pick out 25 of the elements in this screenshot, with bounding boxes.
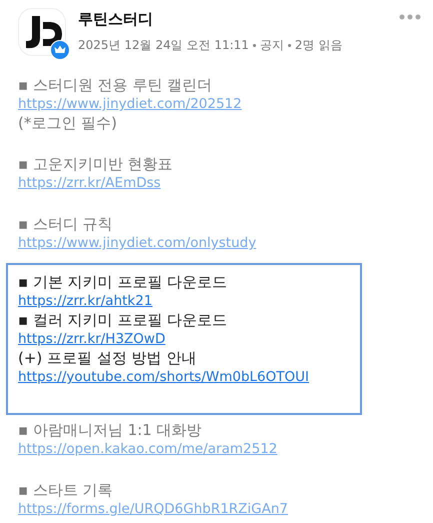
post-text: ▪ 스터디 규칙 bbox=[18, 215, 114, 234]
post-text: ▪ 컬러 지키미 프로필 다운로드 bbox=[18, 311, 228, 330]
separator-dot bbox=[252, 44, 256, 47]
separator-dot bbox=[288, 44, 291, 47]
post-meta: 공지 bbox=[260, 37, 284, 54]
author-name: 루틴스터디 bbox=[78, 10, 154, 29]
post-text: ▪ 스터디원 전용 루틴 캘린더 bbox=[18, 76, 214, 95]
more-options-icon[interactable] bbox=[399, 14, 421, 20]
link[interactable]: https://zrr.kr/ahtk21 bbox=[18, 292, 152, 311]
link[interactable]: https://youtube.com/shorts/Wm0bL6OTOUI bbox=[18, 368, 309, 387]
post-text: ▪ 기본 지키미 프로필 다운로드 bbox=[18, 273, 228, 292]
link[interactable]: https://forms.gle/URQD6GhbR1RZiGAn7 bbox=[18, 500, 288, 519]
post-meta: 2명 읽음 bbox=[294, 37, 342, 54]
link[interactable]: https://www.jinydiet.com/onlystudy bbox=[18, 234, 256, 253]
link[interactable]: https://www.jinydiet.com/202512 bbox=[18, 95, 242, 114]
post-text: (+) 프로필 설정 방법 안내 bbox=[18, 349, 198, 368]
logo-avatar bbox=[18, 8, 66, 56]
post-text: ▪ 스타트 기록 bbox=[18, 481, 114, 500]
link[interactable]: https://open.kakao.com/me/aram2512 bbox=[18, 440, 278, 459]
post-text: (*로그인 필수) bbox=[18, 114, 118, 133]
link[interactable]: https://zrr.kr/AEmDss bbox=[18, 174, 161, 193]
post-meta: 2025년 12월 24일 오전 11:11 bbox=[78, 37, 249, 54]
link[interactable]: https://zrr.kr/H3ZOwD bbox=[18, 330, 166, 349]
post-text: ▪ 아람매니저님 1:1 대화방 bbox=[18, 421, 203, 440]
post-text: ▪ 고운지키미반 현황표 bbox=[18, 155, 174, 174]
